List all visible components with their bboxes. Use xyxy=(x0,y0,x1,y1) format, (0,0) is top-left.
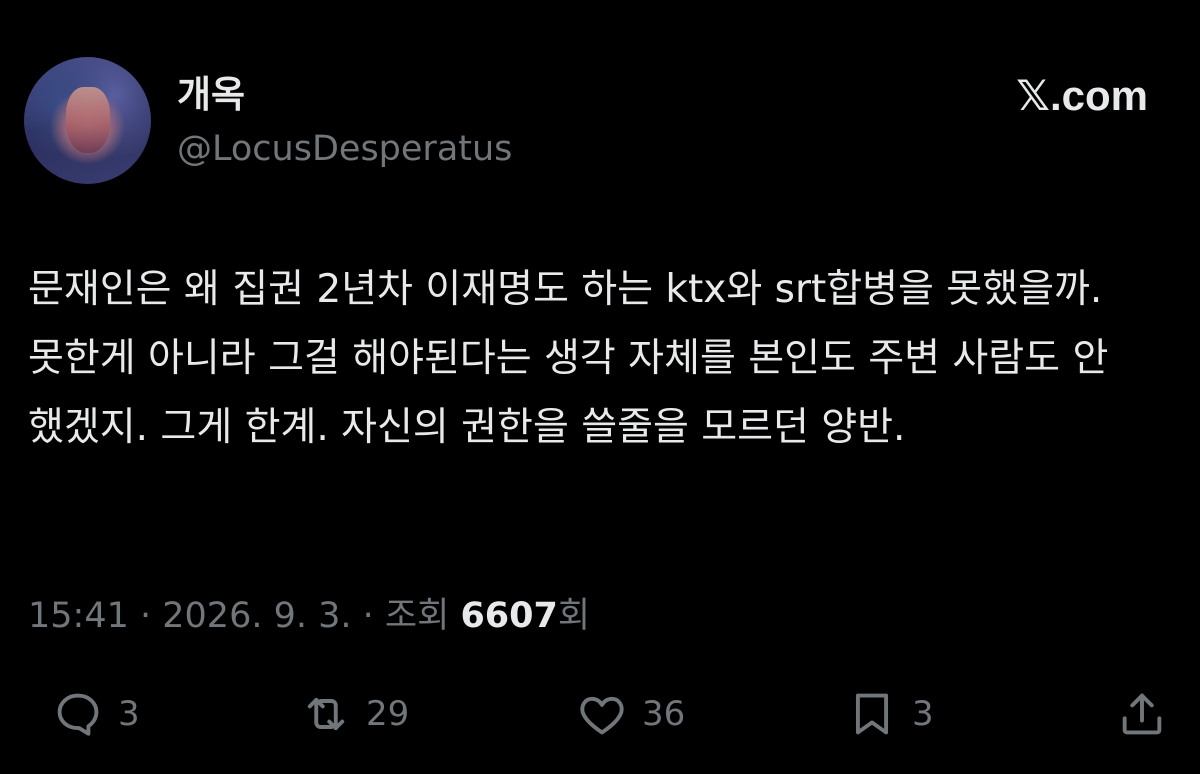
share-icon xyxy=(1116,688,1168,740)
avatar[interactable] xyxy=(24,57,151,184)
like-count: 36 xyxy=(642,694,686,734)
views-suffix: 회 xyxy=(557,596,591,636)
tweet-date[interactable]: 2026. 9. 3. xyxy=(162,596,351,636)
tweet-text: 문재인은 왜 집권 2년차 이재명도 하는 ktx와 srt합병을 못했을까. … xyxy=(28,267,1109,450)
bookmark-button[interactable]: 3 xyxy=(846,682,934,746)
views-count: 6607 xyxy=(460,596,558,636)
action-bar: 3 29 36 3 xyxy=(0,682,1200,746)
tweet-time[interactable]: 15:41 xyxy=(28,596,129,636)
like-button[interactable]: 36 xyxy=(576,682,685,746)
reply-count: 3 xyxy=(118,694,140,734)
avatar-image xyxy=(66,87,110,153)
repost-button[interactable]: 29 xyxy=(300,682,409,746)
bookmark-count: 3 xyxy=(912,694,934,734)
reply-icon xyxy=(52,688,104,740)
x-com-logo: 𝕏.com xyxy=(1016,72,1148,119)
tweet-meta: 15:41 · 2026. 9. 3. · 조회 6607회 xyxy=(28,592,590,640)
share-button[interactable] xyxy=(1116,682,1168,746)
reply-button[interactable]: 3 xyxy=(52,682,140,746)
author-handle[interactable]: @LocusDesperatus xyxy=(177,127,512,171)
bookmark-icon xyxy=(846,688,898,740)
repost-count: 29 xyxy=(366,694,410,734)
views-label: 조회 xyxy=(384,596,461,636)
meta-separator: · xyxy=(128,596,163,636)
author-display-name[interactable]: 개옥 xyxy=(177,73,245,117)
meta-separator: · xyxy=(351,596,385,636)
repost-icon xyxy=(300,688,352,740)
like-icon xyxy=(576,688,628,740)
